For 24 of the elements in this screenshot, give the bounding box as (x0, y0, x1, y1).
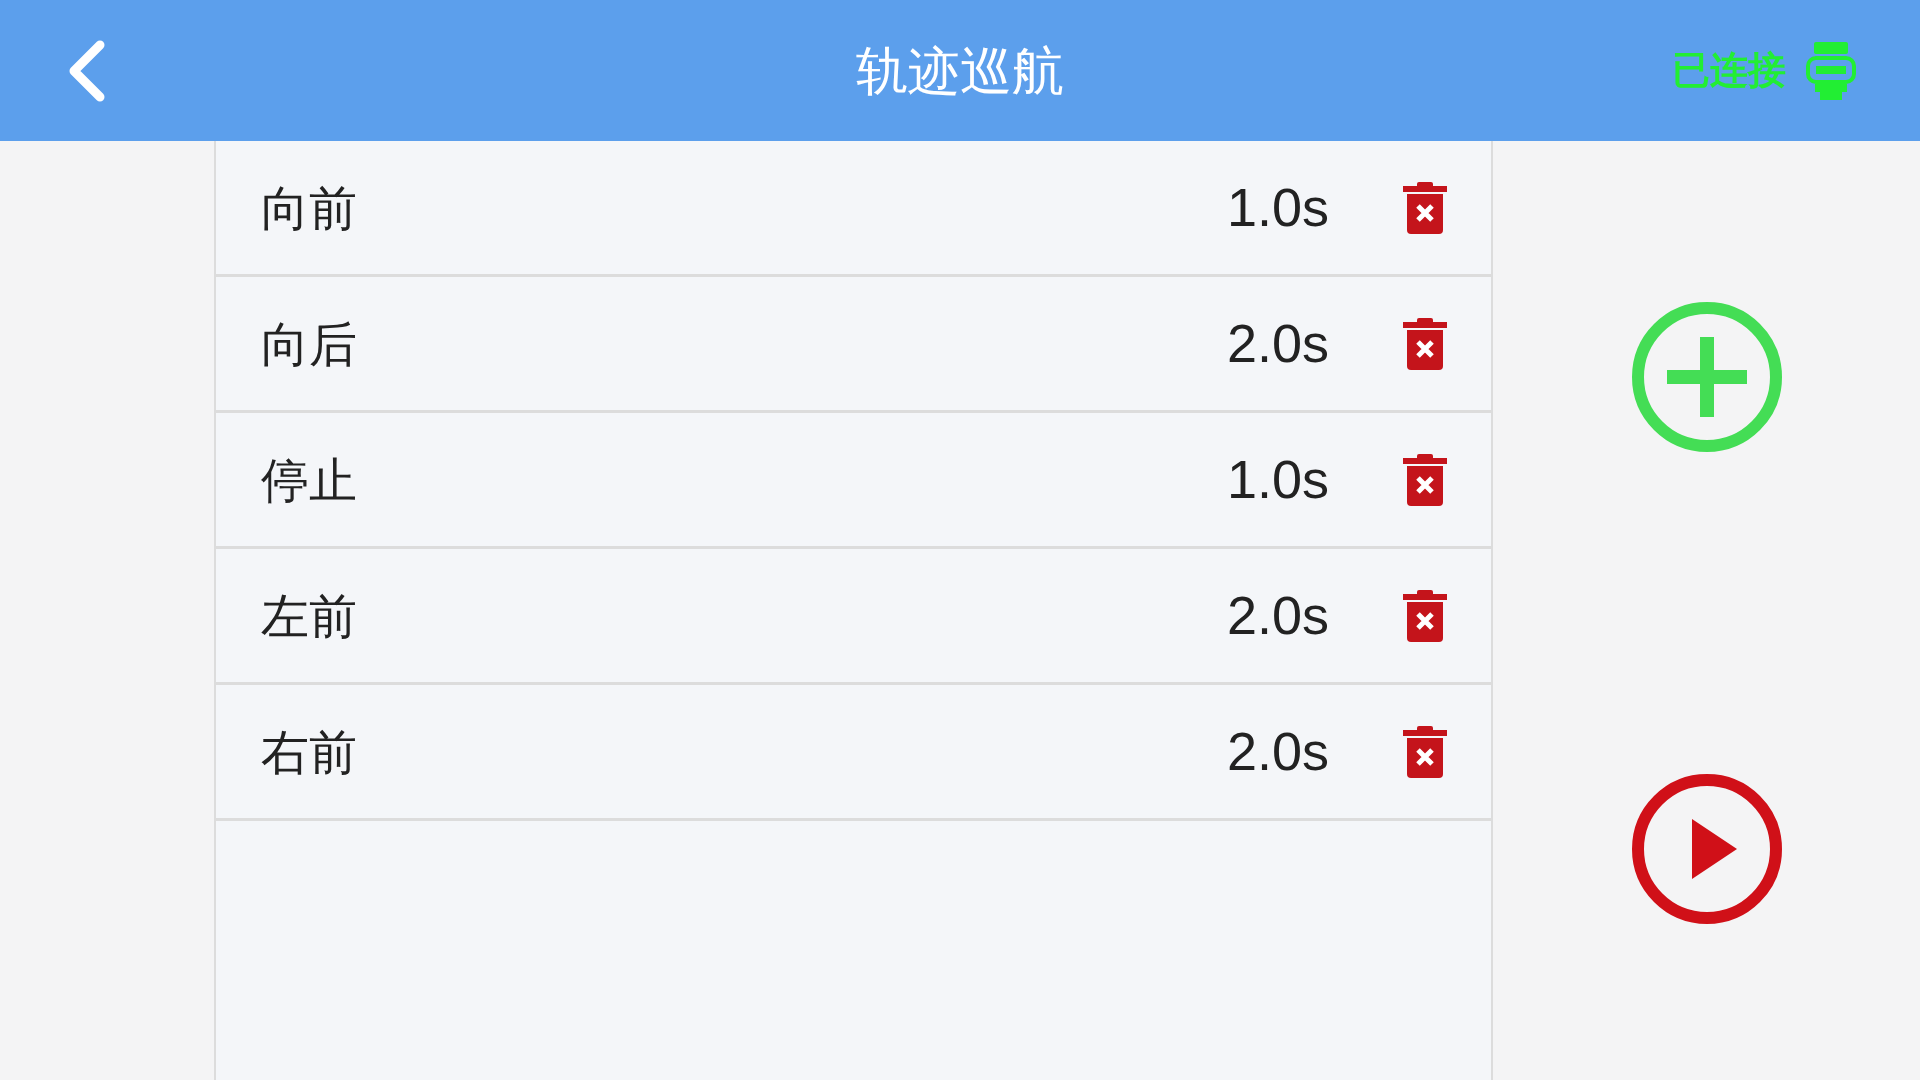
step-action: 向后 (261, 314, 358, 374)
play-icon[interactable] (1630, 773, 1783, 925)
trash-icon[interactable] (1403, 587, 1447, 644)
step-action: 左前 (261, 586, 358, 646)
step-action: 向前 (261, 178, 358, 238)
step-row[interactable]: 向前 1.0s (216, 141, 1491, 277)
step-duration: 2.0s (1226, 720, 1329, 783)
step-row[interactable]: 左前 2.0s (216, 549, 1491, 685)
step-duration: 1.0s (1226, 448, 1329, 511)
trash-icon[interactable] (1403, 723, 1447, 780)
trash-icon[interactable] (1403, 451, 1447, 508)
step-row[interactable]: 停止 1.0s (216, 413, 1491, 549)
step-action: 右前 (261, 722, 358, 782)
step-action: 停止 (261, 450, 358, 510)
trash-icon[interactable] (1403, 315, 1447, 372)
step-duration: 2.0s (1226, 584, 1329, 647)
step-duration: 2.0s (1226, 312, 1329, 375)
device-icon (1806, 39, 1856, 102)
step-row[interactable]: 右前 2.0s (216, 685, 1491, 821)
page-title: 轨迹巡航 (856, 39, 1064, 103)
step-duration: 1.0s (1226, 176, 1329, 239)
connection-status: 已连接 (1672, 47, 1786, 94)
step-row[interactable]: 向后 2.0s (216, 277, 1491, 413)
trash-icon[interactable] (1403, 179, 1447, 236)
